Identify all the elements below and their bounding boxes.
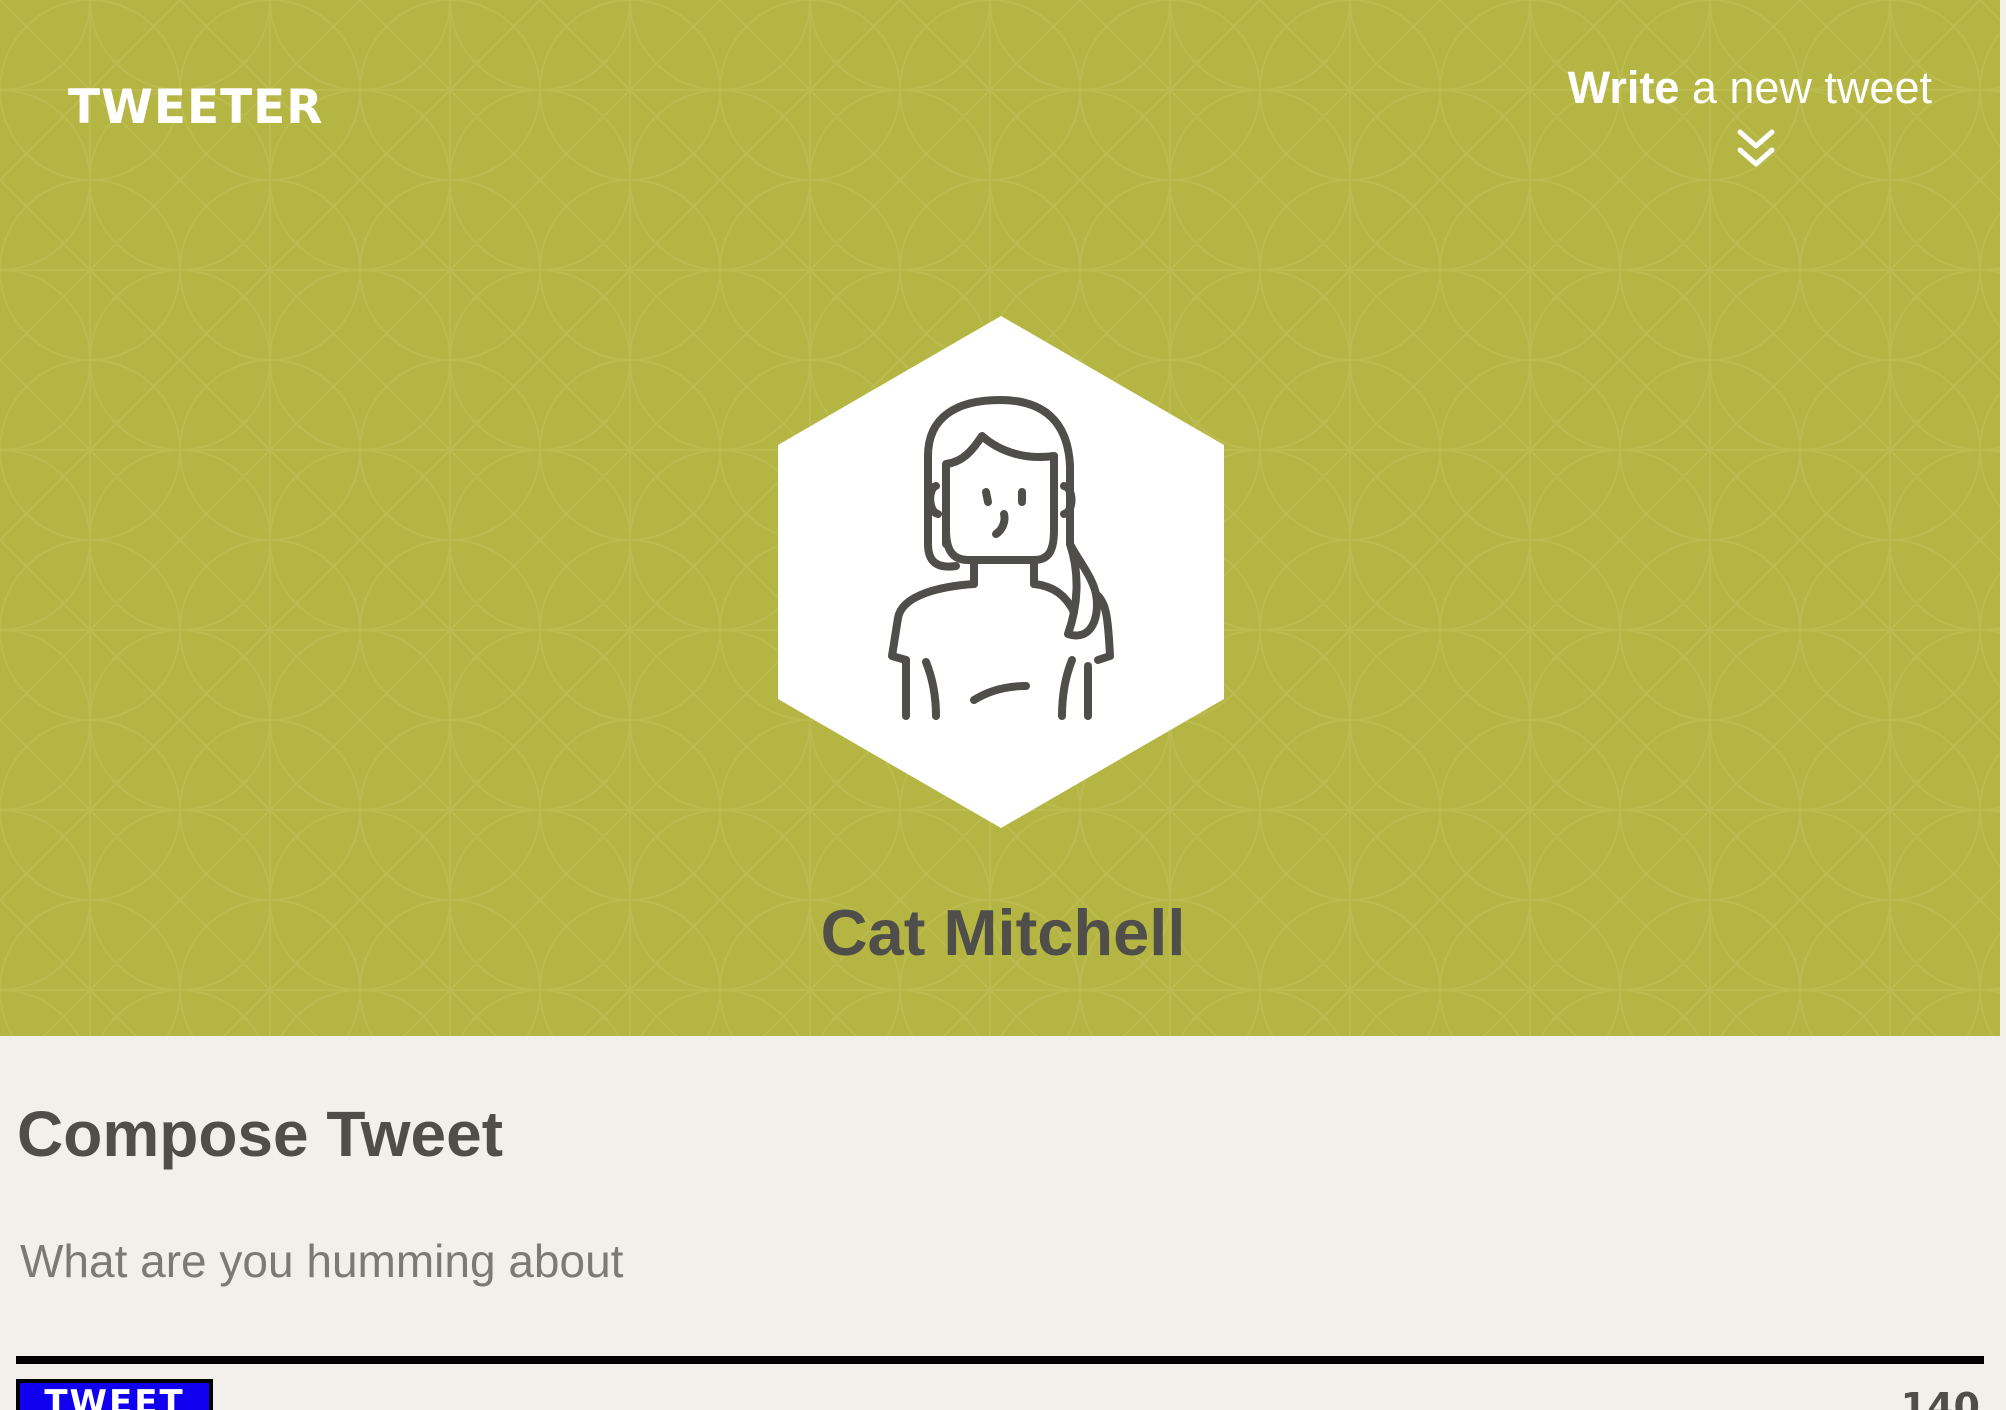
write-new-tweet-link[interactable]: Write a new tweet — [1512, 62, 1932, 167]
tweet-text-input[interactable] — [16, 1234, 1994, 1354]
write-new-tweet-label: Write a new tweet — [1512, 62, 1932, 114]
profile-name: Cat Mitchell — [820, 896, 1186, 969]
compose-tweet-panel: Compose Tweet TWEET 140 — [0, 1036, 2006, 1410]
woman-avatar-icon — [778, 316, 1224, 828]
compose-tweet-heading: Compose Tweet — [17, 1098, 503, 1170]
profile-header: TWEETER Write a new tweet Cat Mitchell — [0, 0, 2006, 1036]
write-link-rest-text: a new tweet — [1679, 62, 1932, 113]
window-edge — [2000, 0, 2006, 1410]
input-underline — [16, 1356, 1984, 1364]
page: TWEETER Write a new tweet Cat Mitchell C… — [0, 0, 2006, 1410]
double-chevron-down-icon — [1737, 129, 1775, 167]
main-area: TWEETER Write a new tweet Cat Mitchell C… — [0, 0, 2006, 1410]
tweet-submit-button[interactable]: TWEET — [16, 1379, 213, 1410]
write-link-strong-text: Write — [1567, 62, 1680, 113]
character-counter: 140 — [1900, 1385, 1980, 1410]
app-logo[interactable]: TWEETER — [68, 84, 323, 131]
